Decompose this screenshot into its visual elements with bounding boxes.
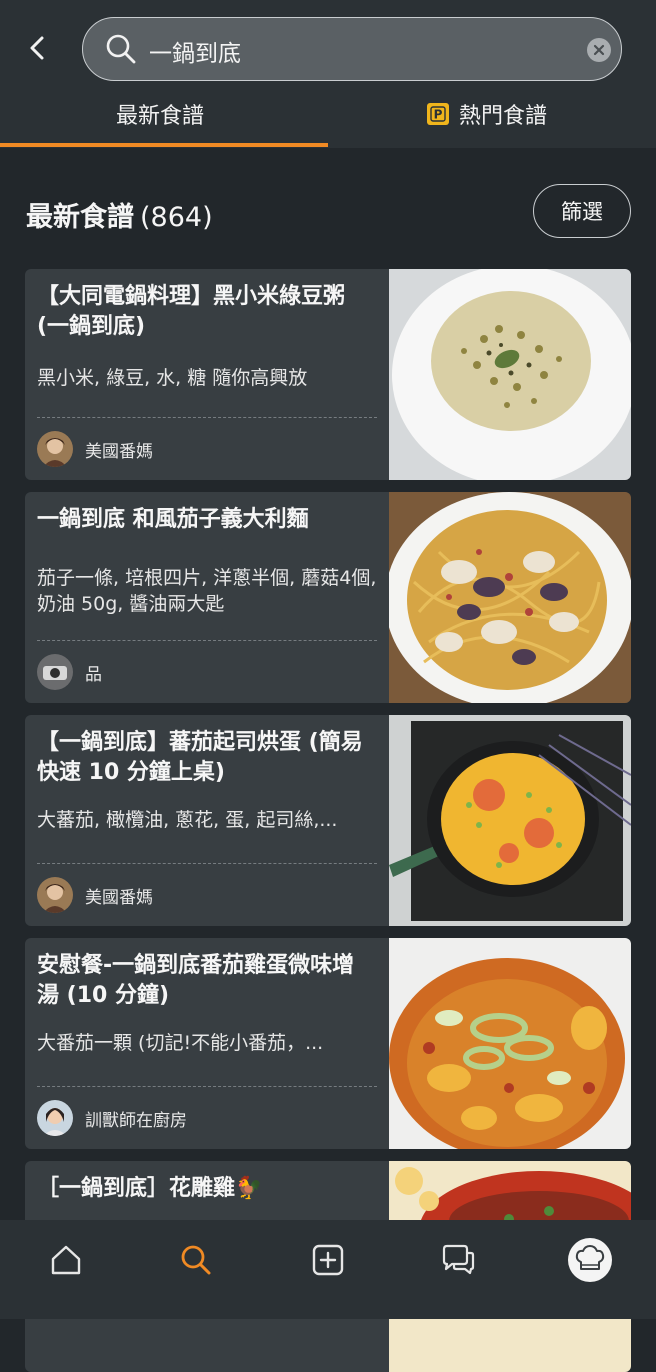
nav-chat[interactable]	[438, 1240, 478, 1280]
recipe-photo	[389, 938, 631, 1149]
author-name: 訓獸師在廚房	[85, 1110, 187, 1131]
author[interactable]: 訓獸師在廚房	[37, 1100, 187, 1136]
recipe-title: 【一鍋到底】蕃茄起司烘蛋 (簡易快速 10 分鐘上桌)	[37, 730, 363, 785]
search-icon	[181, 1245, 211, 1275]
close-icon	[593, 44, 605, 56]
clear-search-button[interactable]	[587, 38, 611, 62]
recipe-ingredients: 黑小米, 綠豆, 水, 糖 隨你高興放	[37, 367, 308, 389]
nav-home[interactable]	[46, 1240, 86, 1280]
recipe-card[interactable]: 【一鍋到底】蕃茄起司烘蛋 (簡易快速 10 分鐘上桌) 大蕃茄, 橄欖油, 蔥花…	[25, 715, 631, 926]
search-icon	[106, 34, 136, 64]
result-count: (864)	[140, 202, 213, 233]
recipe-ingredients: 茄子一條, 培根四片, 洋蔥半個, 蘑菇4個, 奶油 50g, 醬油兩大匙	[37, 567, 377, 615]
recipe-card-body: 【一鍋到底】蕃茄起司烘蛋 (簡易快速 10 分鐘上桌) 大蕃茄, 橄欖油, 蔥花…	[37, 715, 385, 926]
recipe-title: 一鍋到底 和風茄子義大利麵	[37, 507, 309, 532]
recipe-title: ［一鍋到底］花雕雞🐓	[37, 1176, 263, 1201]
card-divider	[37, 1086, 377, 1087]
recipe-card[interactable]: 一鍋到底 和風茄子義大利麵 茄子一條, 培根四片, 洋蔥半個, 蘑菇4個, 奶油…	[25, 492, 631, 703]
active-tab-indicator	[0, 143, 328, 147]
tab-popular[interactable]: P 熱門食譜	[427, 98, 547, 130]
chevron-left-icon	[30, 36, 44, 60]
recipe-title: 【大同電鍋料理】黑小米綠豆粥 (一鍋到底)	[37, 284, 346, 339]
avatar	[37, 1100, 73, 1136]
recipe-photo	[389, 269, 631, 480]
recipe-card-body: 安慰餐-一鍋到底番茄雞蛋微味增湯 (10 分鐘) 大番茄一顆 (切記!不能小番茄…	[37, 938, 385, 1149]
recipe-title: 安慰餐-一鍋到底番茄雞蛋微味增湯 (10 分鐘)	[37, 953, 355, 1008]
recipe-photo	[389, 492, 631, 703]
tab-latest[interactable]: 最新食譜	[116, 98, 204, 130]
recipe-card[interactable]: 安慰餐-一鍋到底番茄雞蛋微味增湯 (10 分鐘) 大番茄一顆 (切記!不能小番茄…	[25, 938, 631, 1149]
nav-create[interactable]	[308, 1240, 348, 1280]
bottom-nav	[0, 1220, 656, 1319]
back-button[interactable]	[22, 32, 52, 64]
author-name: 美國番媽	[85, 887, 153, 908]
author[interactable]: 品	[37, 654, 102, 690]
section-title-label: 最新食譜	[26, 202, 134, 233]
card-divider	[37, 863, 377, 864]
avatar	[37, 877, 73, 913]
chef-hat-avatar-icon	[568, 1238, 612, 1282]
nav-search[interactable]	[176, 1240, 216, 1280]
avatar	[37, 654, 73, 690]
recipe-card-body: 一鍋到底 和風茄子義大利麵 茄子一條, 培根四片, 洋蔥半個, 蘑菇4個, 奶油…	[37, 492, 385, 703]
section-title: 最新食譜 (864)	[26, 195, 213, 234]
recipe-ingredients: 大蕃茄, 橄欖油, 蔥花, 蛋, 起司絲,...	[37, 809, 338, 831]
tab-popular-label: 熱門食譜	[459, 104, 548, 129]
search-input[interactable]: 一鍋到底	[82, 17, 622, 81]
author[interactable]: 美國番媽	[37, 431, 153, 467]
home-icon	[51, 1245, 81, 1275]
recipe-photo	[389, 715, 631, 926]
card-divider	[37, 640, 377, 641]
premium-icon: P	[427, 103, 449, 125]
nav-profile[interactable]	[568, 1238, 612, 1282]
search-query: 一鍋到底	[149, 41, 241, 67]
recipe-ingredients: 大番茄一顆 (切記!不能小番茄，...	[37, 1032, 324, 1054]
svg-text:P: P	[434, 108, 443, 122]
filter-button[interactable]: 篩選	[533, 184, 631, 238]
author-name: 美國番媽	[85, 441, 153, 462]
chat-icon	[442, 1244, 475, 1275]
avatar	[37, 431, 73, 467]
top-bar: 一鍋到底 最新食譜 P 熱門食譜	[0, 0, 656, 148]
card-divider	[37, 417, 377, 418]
author-name: 品	[85, 664, 102, 685]
recipe-card-body: 【大同電鍋料理】黑小米綠豆粥 (一鍋到底) 黑小米, 綠豆, 水, 糖 隨你高興…	[37, 269, 385, 480]
plus-square-icon	[312, 1244, 344, 1276]
recipe-card[interactable]: 【大同電鍋料理】黑小米綠豆粥 (一鍋到底) 黑小米, 綠豆, 水, 糖 隨你高興…	[25, 269, 631, 480]
author[interactable]: 美國番媽	[37, 877, 153, 913]
